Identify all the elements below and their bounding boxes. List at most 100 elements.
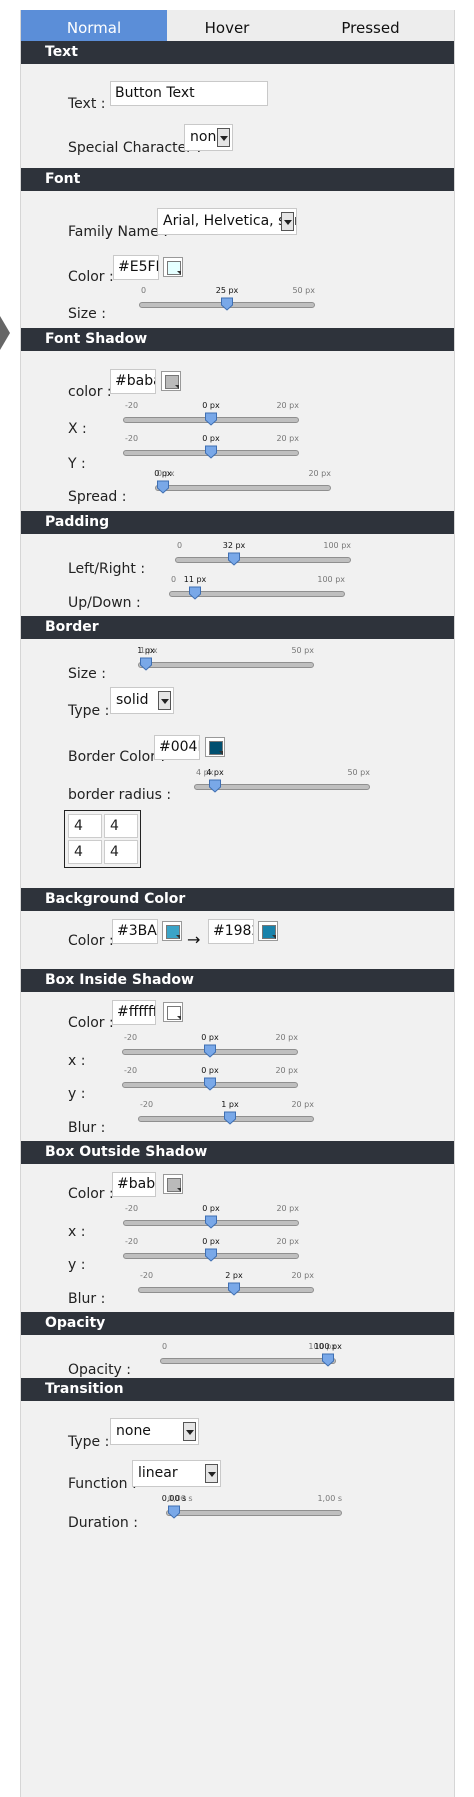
slider-max-label: 20 px xyxy=(291,1271,314,1280)
section-header-opacity[interactable]: Opacity xyxy=(21,1312,454,1335)
slider-thumb-icon[interactable] xyxy=(205,445,218,459)
font-size-label: Size : xyxy=(68,306,106,322)
outside-shadow-x-slider[interactable]: -20 20 px 0 px xyxy=(123,1204,299,1234)
slider-max-label: 20 px xyxy=(275,1033,298,1042)
font-color-picker-icon[interactable] xyxy=(163,257,183,277)
inside-shadow-y-slider[interactable]: -20 20 px 0 px xyxy=(122,1066,298,1096)
slider-track[interactable] xyxy=(175,557,351,563)
section-header-font[interactable]: Font xyxy=(21,168,454,191)
background-color-label: Color : xyxy=(68,933,114,949)
slider-thumb-icon[interactable] xyxy=(205,1215,218,1229)
slider-min-label: -20 xyxy=(125,401,139,410)
font-color-input[interactable]: #E5FFFF xyxy=(113,255,159,280)
border-radius-label: border radius : xyxy=(68,787,172,803)
button-text-input[interactable]: Button Text xyxy=(110,81,268,106)
slider-thumb-icon[interactable] xyxy=(204,1077,217,1091)
border-color-picker-icon[interactable] xyxy=(205,737,225,757)
text-label: Text : xyxy=(68,96,106,112)
radius-top-left-input[interactable]: 4 xyxy=(68,814,102,838)
section-header-transition[interactable]: Transition xyxy=(21,1378,454,1401)
background-end-color-input[interactable]: #1982AA xyxy=(208,919,254,944)
inside-shadow-x-slider[interactable]: -20 20 px 0 px xyxy=(122,1033,298,1063)
up-down-label: Up/Down : xyxy=(68,595,141,611)
slider-track[interactable] xyxy=(138,1287,314,1293)
button-style-panel: Normal Hover Pressed Text Text : Button … xyxy=(20,10,455,1797)
section-header-font-shadow[interactable]: Font Shadow xyxy=(21,328,454,351)
inside-shadow-blur-slider[interactable]: -20 20 px 1 px xyxy=(138,1100,314,1130)
section-header-box-outside-shadow[interactable]: Box Outside Shadow xyxy=(21,1141,454,1164)
inside-shadow-color-picker-icon[interactable] xyxy=(163,1002,183,1022)
slider-thumb-icon[interactable] xyxy=(168,1505,181,1519)
slider-min-label: 0 xyxy=(141,286,147,295)
font-shadow-y-slider[interactable]: -20 20 px 0 px xyxy=(123,434,299,464)
slider-thumb-icon[interactable] xyxy=(205,412,218,426)
slider-thumb-icon[interactable] xyxy=(140,657,153,671)
outside-shadow-blur-slider[interactable]: -20 20 px 2 px xyxy=(138,1271,314,1301)
font-shadow-x-slider[interactable]: -20 20 px 0 px xyxy=(123,401,299,431)
padding-left-right-slider[interactable]: 0 100 px 32 px xyxy=(175,541,351,571)
font-shadow-color-input[interactable]: #bababa xyxy=(110,369,156,394)
outside-shadow-color-input[interactable]: #bababa xyxy=(112,1172,156,1197)
transition-function-select[interactable]: linear xyxy=(132,1460,221,1487)
transition-type-select[interactable]: none xyxy=(110,1418,199,1445)
slider-value-label: 11 px xyxy=(183,575,207,584)
slider-thumb-icon[interactable] xyxy=(209,779,222,793)
special-character-label: Special Character : xyxy=(68,140,202,156)
special-character-select[interactable]: none xyxy=(184,124,233,151)
border-radius-slider[interactable]: 4 px 50 px 4 px xyxy=(194,768,370,798)
slider-thumb-icon[interactable] xyxy=(157,480,170,494)
font-size-slider[interactable]: 0 50 px 25 px xyxy=(139,286,315,316)
slider-thumb-icon[interactable] xyxy=(205,1248,218,1262)
section-header-background-color[interactable]: Background Color xyxy=(21,888,454,911)
background-start-color-picker-icon[interactable] xyxy=(162,921,182,941)
padding-up-down-slider[interactable]: 0 100 px 11 px xyxy=(169,575,345,605)
slider-min-label: 0 xyxy=(162,1342,168,1351)
slider-track[interactable] xyxy=(166,1510,342,1516)
outside-shadow-y-slider[interactable]: -20 20 px 0 px xyxy=(123,1237,299,1267)
slider-thumb-icon[interactable] xyxy=(322,1353,335,1367)
border-color-input[interactable]: #004F70 xyxy=(154,735,200,760)
family-name-label: Family Name : xyxy=(68,224,168,240)
inside-shadow-color-input[interactable]: #ffffff xyxy=(112,1000,156,1025)
panel-collapse-handle[interactable] xyxy=(0,316,10,350)
slider-thumb-icon[interactable] xyxy=(221,297,234,311)
section-header-padding[interactable]: Padding xyxy=(21,511,454,534)
section-header-border[interactable]: Border xyxy=(21,616,454,639)
radius-bottom-right-input[interactable]: 4 xyxy=(104,840,138,864)
slider-thumb-icon[interactable] xyxy=(204,1044,217,1058)
slider-value-label: 1 px xyxy=(221,1100,239,1109)
slider-thumb-icon[interactable] xyxy=(189,586,202,600)
section-header-box-inside-shadow[interactable]: Box Inside Shadow xyxy=(21,969,454,992)
slider-thumb-icon[interactable] xyxy=(224,1111,237,1125)
picker-corner-icon xyxy=(219,751,223,755)
transition-function-value: linear xyxy=(138,1465,178,1481)
slider-thumb-icon[interactable] xyxy=(228,1282,241,1296)
radius-top-right-input[interactable]: 4 xyxy=(104,814,138,838)
slider-max-label: 50 px xyxy=(347,768,370,777)
slider-value-label: 1 px xyxy=(137,646,155,655)
slider-value-label: 0,00 s xyxy=(161,1494,187,1503)
left-right-label: Left/Right : xyxy=(68,561,146,577)
outside-shadow-blur-label: Blur : xyxy=(68,1291,106,1307)
font-shadow-color-picker-icon[interactable] xyxy=(161,371,181,391)
picker-corner-icon xyxy=(177,1188,181,1192)
background-start-color-input[interactable]: #3BA4C8 xyxy=(112,919,158,944)
section-header-text[interactable]: Text xyxy=(21,41,454,64)
chevron-down-icon xyxy=(158,691,171,710)
slider-track[interactable] xyxy=(160,1358,336,1364)
slider-track[interactable] xyxy=(138,662,314,668)
font-family-select[interactable]: Arial, Helvetica, sans-serif xyxy=(157,208,297,235)
opacity-slider[interactable]: 0 100 px 100 px xyxy=(160,1342,342,1372)
slider-track[interactable] xyxy=(155,485,331,491)
slider-max-label: 20 px xyxy=(276,401,299,410)
border-type-select[interactable]: solid xyxy=(110,687,174,714)
background-end-color-picker-icon[interactable] xyxy=(258,921,278,941)
radius-bottom-left-input[interactable]: 4 xyxy=(68,840,102,864)
slider-thumb-icon[interactable] xyxy=(228,552,241,566)
chevron-down-icon xyxy=(281,212,294,231)
slider-value-label: 0 px xyxy=(154,469,172,478)
duration-slider[interactable]: 0,00 s 1,00 s 0,00 s xyxy=(162,1494,342,1524)
border-size-slider[interactable]: 1 px 50 px 1 px xyxy=(137,646,314,676)
outside-shadow-color-picker-icon[interactable] xyxy=(163,1174,183,1194)
spread-slider[interactable]: 0 px 20 px 0 px xyxy=(154,469,331,499)
